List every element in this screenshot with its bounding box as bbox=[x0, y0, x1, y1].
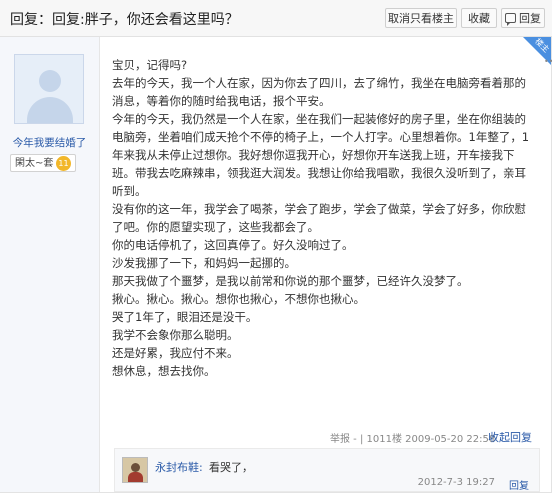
reply-timestamp: 2012-7-3 19:27 bbox=[417, 477, 495, 488]
post-line: 去年的今天，我一个人在家，因为你去了四川，去了绵竹，我坐在电脑旁看着那的消息，等… bbox=[112, 76, 526, 108]
post-content: 宝贝，记得吗? 去年的今天，我一个人在家，因为你去了四川，去了绵竹，我坐在电脑旁… bbox=[112, 56, 532, 380]
reply-avatar-body bbox=[128, 472, 143, 482]
reply-button[interactable]: 回复 bbox=[501, 8, 545, 28]
favorite-button[interactable]: 收藏 bbox=[461, 8, 497, 28]
post-line: 没有你的这一年，我学会了喝茶，学会了跑步，学会了做菜，学会了好多，你欣慰了吧。你… bbox=[112, 202, 526, 234]
post-line: 我学不会象你那么聪明。 bbox=[112, 328, 239, 342]
reply-avatar-head bbox=[131, 463, 140, 472]
author-panel: 今年我要结婚了 閑太~套 11 bbox=[0, 37, 100, 492]
more-options-icon[interactable]: ••• bbox=[544, 57, 552, 66]
avatar-head bbox=[39, 70, 61, 92]
comment-icon bbox=[505, 13, 516, 26]
reply-username-link[interactable]: 永封布鞋: bbox=[155, 459, 203, 475]
badge-label: 閑太~套 bbox=[15, 158, 54, 169]
post-meta: 举报 - | 1011楼 2009-05-20 22:58 bbox=[330, 434, 496, 445]
thread-header: 回复：回复:胖子，你还会看这里吗？ 取消只看楼主 收藏 回复 bbox=[0, 0, 552, 37]
post-line: 宝贝，记得吗? bbox=[112, 58, 188, 72]
post-line: 那天我做了个噩梦，是我以前常和你说的那个噩梦，已经许久没梦了。 bbox=[112, 274, 469, 288]
collapse-replies-link[interactable]: 收起回复 bbox=[488, 429, 532, 445]
post-line: 想休息，想去找你。 bbox=[112, 364, 216, 378]
post-line: 今年的今天，我仍然是一个人在家，坐在我们一起装修好的房子里，坐在你组装的电脑旁，… bbox=[112, 112, 530, 198]
avatar-shoulders bbox=[27, 97, 73, 123]
author-name-link[interactable]: 今年我要结婚了 bbox=[0, 135, 99, 150]
post-line: 你的电话停机了，这回真停了。好久没响过了。 bbox=[112, 238, 354, 252]
reply-item: 永封布鞋: 看哭了， 2012-7-3 19:27 回复 bbox=[114, 448, 540, 492]
reply-to-reply-link[interactable]: 回复 bbox=[509, 477, 529, 492]
post-line: 沙发我挪了一下，和妈妈一起挪的。 bbox=[112, 256, 296, 270]
reply-avatar[interactable] bbox=[122, 457, 148, 483]
post-line: 哭了1年了，眼泪还是没干。 bbox=[112, 310, 258, 324]
thread-title: 回复：回复:胖子，你还会看这里吗？ bbox=[10, 12, 239, 28]
level-badge: 11 bbox=[56, 156, 71, 171]
post-line: 揪心。揪心。揪心。想你也揪心，不想你也揪心。 bbox=[112, 292, 365, 306]
only-op-toggle-button[interactable]: 取消只看楼主 bbox=[385, 8, 457, 28]
member-badge[interactable]: 閑太~套 11 bbox=[10, 154, 76, 172]
reply-button-label: 回复 bbox=[519, 12, 541, 25]
author-avatar[interactable] bbox=[14, 54, 84, 124]
reply-text: 看哭了， bbox=[209, 461, 253, 474]
post-line: 还是好累，我应付不来。 bbox=[112, 346, 239, 360]
